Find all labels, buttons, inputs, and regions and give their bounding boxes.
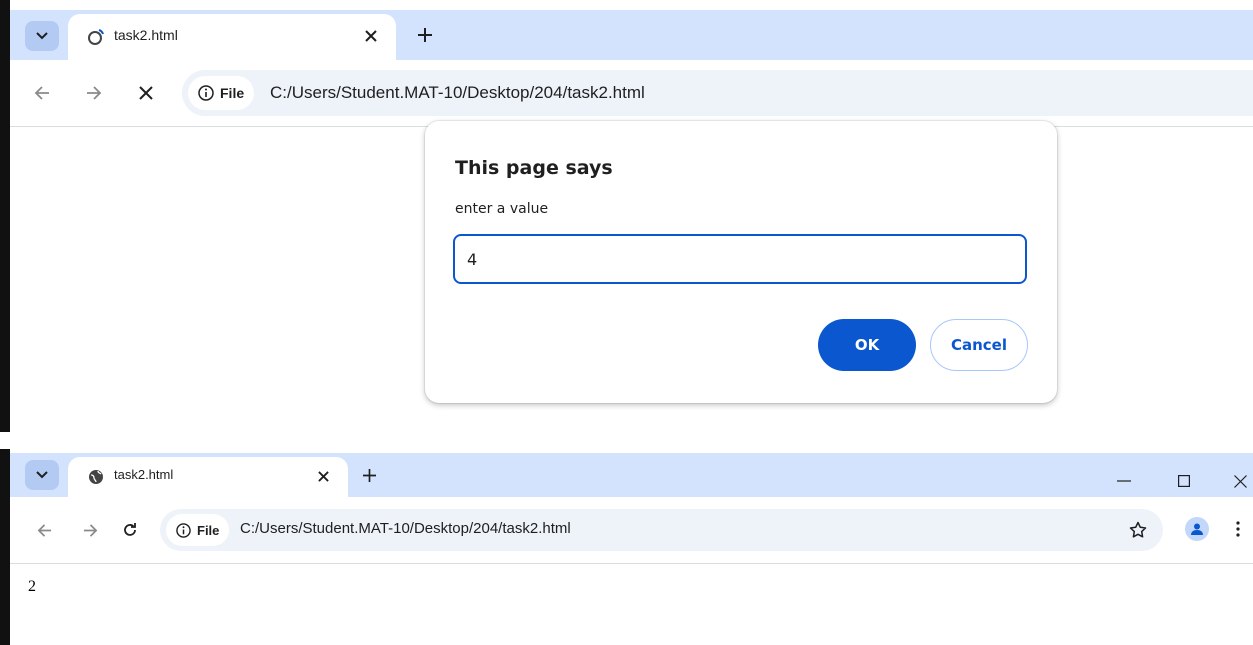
prompt-input[interactable] [453,234,1027,284]
forward-arrow-icon[interactable] [80,79,108,107]
address-bar[interactable]: File C:/Users/Student.MAT-10/Desktop/204… [182,70,1253,116]
prompt-dialog: This page says enter a value OK Cancel [425,121,1057,403]
tab-task2[interactable]: task2.html [68,14,396,60]
chip-label: File [197,522,220,538]
ok-button[interactable]: OK [818,319,916,371]
new-tab-plus-icon[interactable] [355,461,383,489]
toolbar: File C:/Users/Student.MAT-10/Desktop/204… [10,60,1253,127]
bookmark-star-icon[interactable] [1127,519,1149,541]
site-info-chip[interactable]: File [188,76,255,110]
page-output: 2 [28,578,36,595]
info-icon [176,522,191,538]
tab-strip: task2.html [10,10,1253,60]
chevron-down-icon [36,471,48,479]
back-arrow-icon[interactable] [30,516,58,544]
profile-avatar-icon[interactable] [1185,517,1209,541]
dialog-title: This page says [455,157,613,179]
tab-search-button[interactable] [25,460,59,490]
globe-icon [87,468,105,486]
minimize-icon[interactable] [1110,471,1138,491]
back-arrow-icon[interactable] [28,79,56,107]
window-close-icon[interactable] [1226,471,1253,491]
left-edge-strip [0,0,10,432]
cancel-button[interactable]: Cancel [930,319,1028,371]
tab-task2[interactable]: task2.html [68,457,348,497]
left-edge-strip [0,449,10,645]
new-tab-plus-icon[interactable] [411,21,439,49]
more-menu-icon[interactable] [1230,518,1246,540]
info-icon [198,85,214,101]
dialog-message: enter a value [455,201,549,217]
maximize-icon[interactable] [1170,471,1198,491]
tab-strip: task2.html [10,453,1253,497]
url-text[interactable]: C:/Users/Student.MAT-10/Desktop/204/task… [240,520,571,537]
forward-arrow-icon[interactable] [76,516,104,544]
reload-icon[interactable] [116,516,144,544]
close-icon[interactable] [360,25,382,47]
tab-search-button[interactable] [25,21,59,51]
url-text[interactable]: C:/Users/Student.MAT-10/Desktop/204/task… [270,83,645,103]
close-icon[interactable] [312,465,334,487]
loading-globe-icon [87,28,105,46]
browser-window-result: task2.html File C:/Users/Student.MAT-10/… [0,449,1253,645]
address-bar[interactable]: File C:/Users/Student.MAT-10/Desktop/204… [160,509,1163,551]
tab-title: task2.html [114,467,174,482]
tab-title: task2.html [114,27,178,43]
browser-window-with-prompt: task2.html File C:/Users/Student.MAT-10/… [0,0,1253,432]
toolbar: File C:/Users/Student.MAT-10/Desktop/204… [10,497,1253,564]
chevron-down-icon [36,32,48,40]
site-info-chip[interactable]: File [166,514,230,546]
stop-loading-icon[interactable] [132,79,160,107]
chip-label: File [220,85,245,101]
